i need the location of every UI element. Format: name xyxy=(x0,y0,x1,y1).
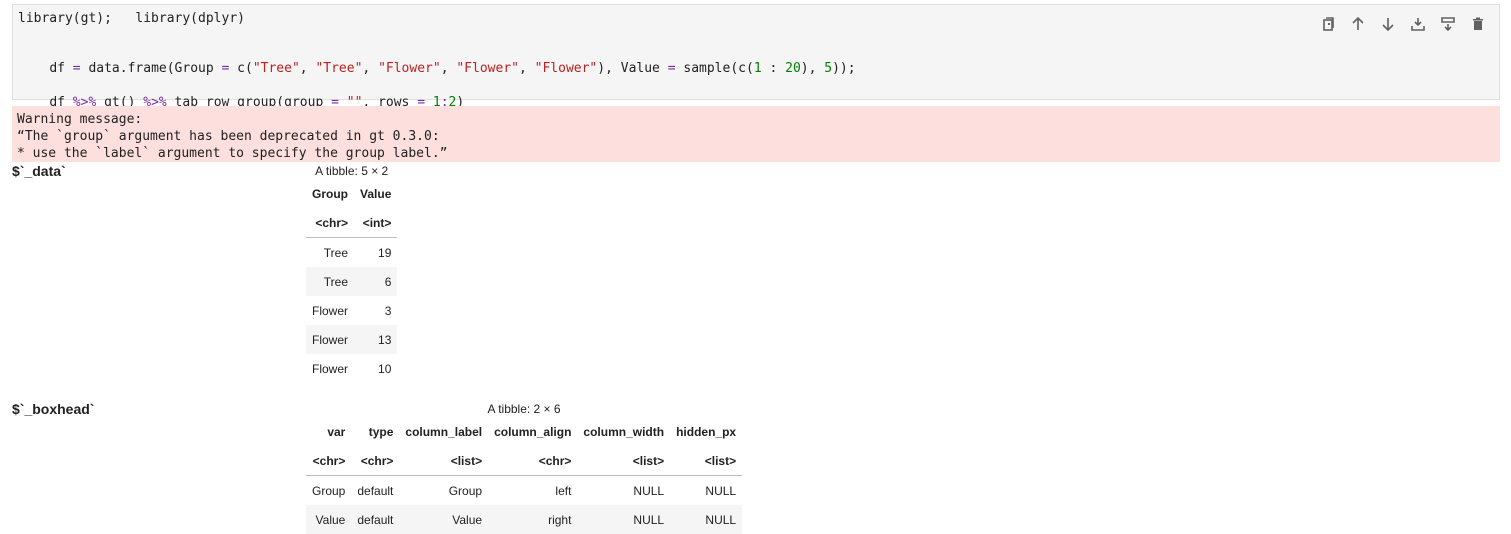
table-cell: default xyxy=(351,505,400,534)
code-token: 5 xyxy=(824,61,833,76)
column-header: type xyxy=(368,424,394,439)
insert-below-button[interactable] xyxy=(1433,11,1463,37)
table-cell: 6 xyxy=(354,267,398,296)
column-type: <chr> xyxy=(306,208,355,238)
move-down-button[interactable] xyxy=(1373,11,1403,37)
column-header: column_width xyxy=(583,424,665,439)
code-token: )); xyxy=(832,61,856,76)
code-line-1[interactable]: library(gt); library(dplyr) xyxy=(18,11,245,27)
column-type: <chr> xyxy=(351,446,400,476)
table-cell: Tree xyxy=(306,267,355,296)
insert-below-icon xyxy=(1441,17,1455,32)
table-cell: Group xyxy=(312,483,346,498)
data-table: Group Value <chr> <int> Tree 19 Tree 6 Flo… xyxy=(306,179,398,383)
table-cell: Flower xyxy=(312,303,349,318)
column-type: <list> xyxy=(670,446,743,476)
table-cell: Flower xyxy=(312,361,349,376)
insert-above-icon xyxy=(1411,18,1425,31)
delete-button[interactable] xyxy=(1463,11,1493,37)
code-token: "Tree" xyxy=(252,61,300,76)
code-token: = xyxy=(72,61,81,76)
table-cell: Flower xyxy=(306,325,355,354)
data-section-label: $`_data` xyxy=(12,163,66,179)
warning-line: * use the `label` argument to specify th… xyxy=(17,146,448,161)
code-token: , xyxy=(299,61,316,76)
code-token: sample(c( xyxy=(675,61,754,76)
table-cell: 13 xyxy=(354,325,398,354)
data-table-wrap: A tibble: 5 × 2 Group Value <chr> <int> … xyxy=(306,163,398,383)
copy-button[interactable] xyxy=(1313,11,1343,37)
table-row: Value default Value right NULL NULL xyxy=(306,505,743,534)
table-row: Flower 3 xyxy=(306,296,397,325)
data-table-caption: A tibble: 5 × 2 xyxy=(315,164,389,178)
column-type: <list> xyxy=(577,446,671,476)
code-token: , xyxy=(362,61,379,76)
column-type: <list> xyxy=(399,446,489,476)
boxhead-section-label: $`_boxhead` xyxy=(12,401,95,417)
warning-output: Warning message: “The `group` argument ha… xyxy=(12,106,1500,162)
code-token: ), Value xyxy=(597,61,668,76)
code-token: "Flower" xyxy=(456,61,519,76)
table-row: Tree 6 xyxy=(306,267,398,296)
table-cell: NULL xyxy=(705,483,737,498)
table-cell: Group xyxy=(448,483,483,498)
move-up-icon xyxy=(1352,16,1364,30)
warning-line: Warning message: xyxy=(17,112,143,127)
move-up-button[interactable] xyxy=(1343,11,1373,37)
table-row: Group default Group left NULL NULL xyxy=(306,476,742,506)
column-header: column_label xyxy=(405,424,483,439)
code-token: "Flower" xyxy=(378,61,441,76)
code-token: ), xyxy=(800,61,825,76)
table-cell: Value xyxy=(306,505,352,534)
column-header: column_align xyxy=(494,424,572,439)
column-header: Value xyxy=(360,186,392,201)
move-down-icon xyxy=(1382,18,1394,32)
table-cell: NULL xyxy=(670,505,743,534)
code-token: df xyxy=(49,61,73,76)
table-cell: 19 xyxy=(378,245,392,260)
code-token: "Flower" xyxy=(534,61,598,76)
column-header: hidden_px xyxy=(676,424,737,439)
code-token: = xyxy=(667,61,676,76)
insert-above-button[interactable] xyxy=(1403,11,1433,37)
copy-icon xyxy=(1323,17,1334,31)
cell-toolbar xyxy=(1313,11,1493,37)
code-token: : xyxy=(761,61,786,76)
boxhead-table: var type column_label column_align colum… xyxy=(306,417,743,534)
column-type: <chr> xyxy=(306,446,352,476)
table-row: Flower 13 xyxy=(306,325,398,354)
table-cell: Value xyxy=(399,505,489,534)
table-cell: right xyxy=(488,505,578,534)
table-row: Flower 10 xyxy=(306,354,397,383)
code-token: c( xyxy=(229,61,253,76)
table-cell: NULL xyxy=(633,483,665,498)
delete-icon xyxy=(1473,17,1483,30)
boxhead-table-wrap: A tibble: 2 × 6 var type column_label co… xyxy=(306,401,743,534)
table-cell: left xyxy=(555,483,572,498)
table-row: Tree 19 xyxy=(306,238,397,268)
code-token: "Tree" xyxy=(315,61,363,76)
table-cell: NULL xyxy=(577,505,671,534)
column-type: <int> xyxy=(354,208,398,238)
code-token: 1 xyxy=(753,61,762,76)
code-cell[interactable]: library(gt); library(dplyr) df = data.fr… xyxy=(12,4,1500,110)
code-token: , xyxy=(440,61,457,76)
table-cell: 3 xyxy=(384,303,392,318)
code-token: , xyxy=(518,61,535,76)
boxhead-table-caption: A tibble: 2 × 6 xyxy=(487,402,561,416)
column-type: <chr> xyxy=(488,446,578,476)
code-token: data.frame(Group xyxy=(80,61,222,76)
warning-line: “The `group` argument has been deprecate… xyxy=(17,129,440,144)
column-header: Group xyxy=(312,186,349,201)
table-cell: 10 xyxy=(378,361,392,376)
table-cell: default xyxy=(357,483,394,498)
column-header: var xyxy=(327,424,346,439)
code-token: 20 xyxy=(785,61,801,76)
table-cell: Tree xyxy=(323,245,349,260)
